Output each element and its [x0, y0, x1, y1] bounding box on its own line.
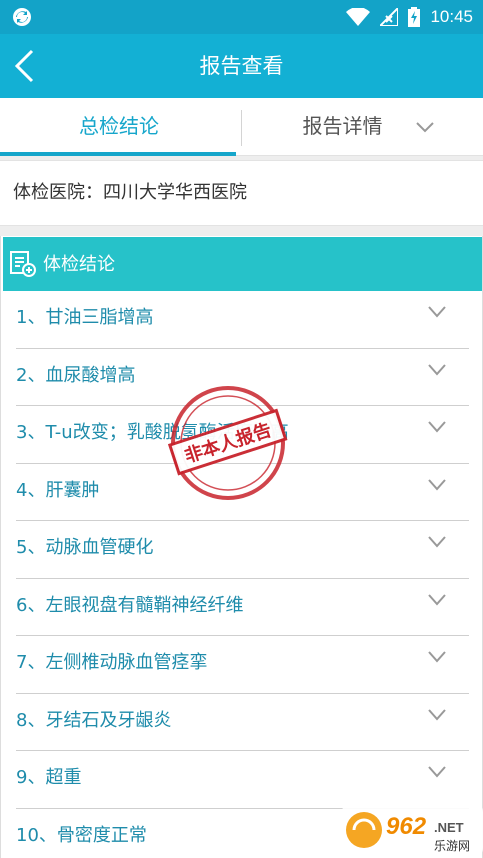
list-item-label: 3、T-u改变；乳酸脱氢酶活度增高 [16, 422, 289, 443]
conclusion-card: 体检结论 1、甘油三脂增高 2、血尿酸增高 3、T-u改变；乳酸脱氢酶活度增高 … [0, 236, 483, 858]
hospital-info: 体检医院：四川大学华西医院 [0, 160, 483, 226]
clock: 10:45 [430, 7, 473, 26]
nav-bar: 报告查看 [0, 34, 483, 98]
chevron-down-icon [428, 708, 446, 721]
chevron-down-icon [416, 122, 434, 133]
report-add-icon [10, 251, 36, 277]
list-item-label: 7、左侧椎动脉血管痉挛 [16, 652, 208, 673]
chevron-down-icon [428, 478, 446, 491]
chevron-down-icon [428, 306, 446, 318]
status-bar: 10:45 [0, 0, 483, 34]
list-item-label: 1、甘油三脂增高 [16, 307, 154, 328]
page-title: 报告查看 [199, 54, 284, 78]
chevron-down-icon [428, 651, 446, 663]
list-item[interactable]: 8、牙结石及牙龈炎 [16, 694, 469, 751]
tab-summary-label: 总检结论 [79, 114, 159, 138]
list-item[interactable]: 5、动脉血管硬化 [16, 521, 469, 579]
watermark-suffix: .NET [434, 820, 464, 835]
list-item-label: 2、血尿酸增高 [16, 364, 136, 386]
list-item-label: 8、牙结石及牙龈炎 [16, 709, 172, 731]
hospital-text: 体检医院：四川大学华西医院 [13, 182, 247, 203]
tab-report-details-label: 报告详情 [302, 114, 383, 138]
conclusion-list: 1、甘油三脂增高 2、血尿酸增高 3、T-u改变；乳酸脱氢酶活度增高 4、肝囊肿… [16, 291, 469, 858]
tab-active-indicator [0, 152, 236, 156]
watermark-brand: 962 [386, 813, 427, 840]
list-item[interactable]: 9、超重 [16, 751, 469, 809]
conclusion-header-label: 体检结论 [43, 254, 115, 275]
list-item[interactable]: 1、甘油三脂增高 [16, 291, 469, 349]
list-item-label: 6、左眼视盘有髓鞘神经纤维 [16, 594, 244, 616]
list-item-label: 9、超重 [16, 767, 82, 788]
signal-off-icon [380, 8, 399, 26]
list-item-label: 4、肝囊肿 [16, 479, 100, 501]
chevron-down-icon [428, 421, 446, 433]
watermark-subtitle: 乐游网 [434, 839, 470, 853]
list-item[interactable]: 7、左侧椎动脉血管痉挛 [16, 636, 469, 694]
list-item-label: 5、动脉血管硬化 [16, 537, 154, 558]
sync-icon [13, 8, 31, 26]
list-item[interactable]: 4、肝囊肿 [16, 464, 469, 521]
list-item[interactable]: 2、血尿酸增高 [16, 349, 469, 406]
tab-bar: 总检结论 报告详情 [0, 98, 483, 156]
site-watermark-logo: 962 .NET 乐游网 [342, 802, 483, 858]
tab-summary[interactable]: 总检结论 [0, 98, 238, 156]
chevron-down-icon [428, 593, 446, 606]
list-item-label: 10、骨密度正常 [16, 824, 147, 846]
battery-charging-icon [408, 7, 421, 27]
tab-report-details[interactable]: 报告详情 [242, 98, 483, 156]
list-item[interactable]: 6、左眼视盘有髓鞘神经纤维 [16, 579, 469, 636]
list-item[interactable]: 3、T-u改变；乳酸脱氢酶活度增高 [16, 406, 469, 464]
conclusion-header: 体检结论 [3, 237, 482, 291]
chevron-down-icon [428, 766, 446, 778]
chevron-down-icon [428, 536, 446, 548]
chevron-down-icon [428, 363, 446, 376]
wifi-icon [346, 8, 371, 26]
